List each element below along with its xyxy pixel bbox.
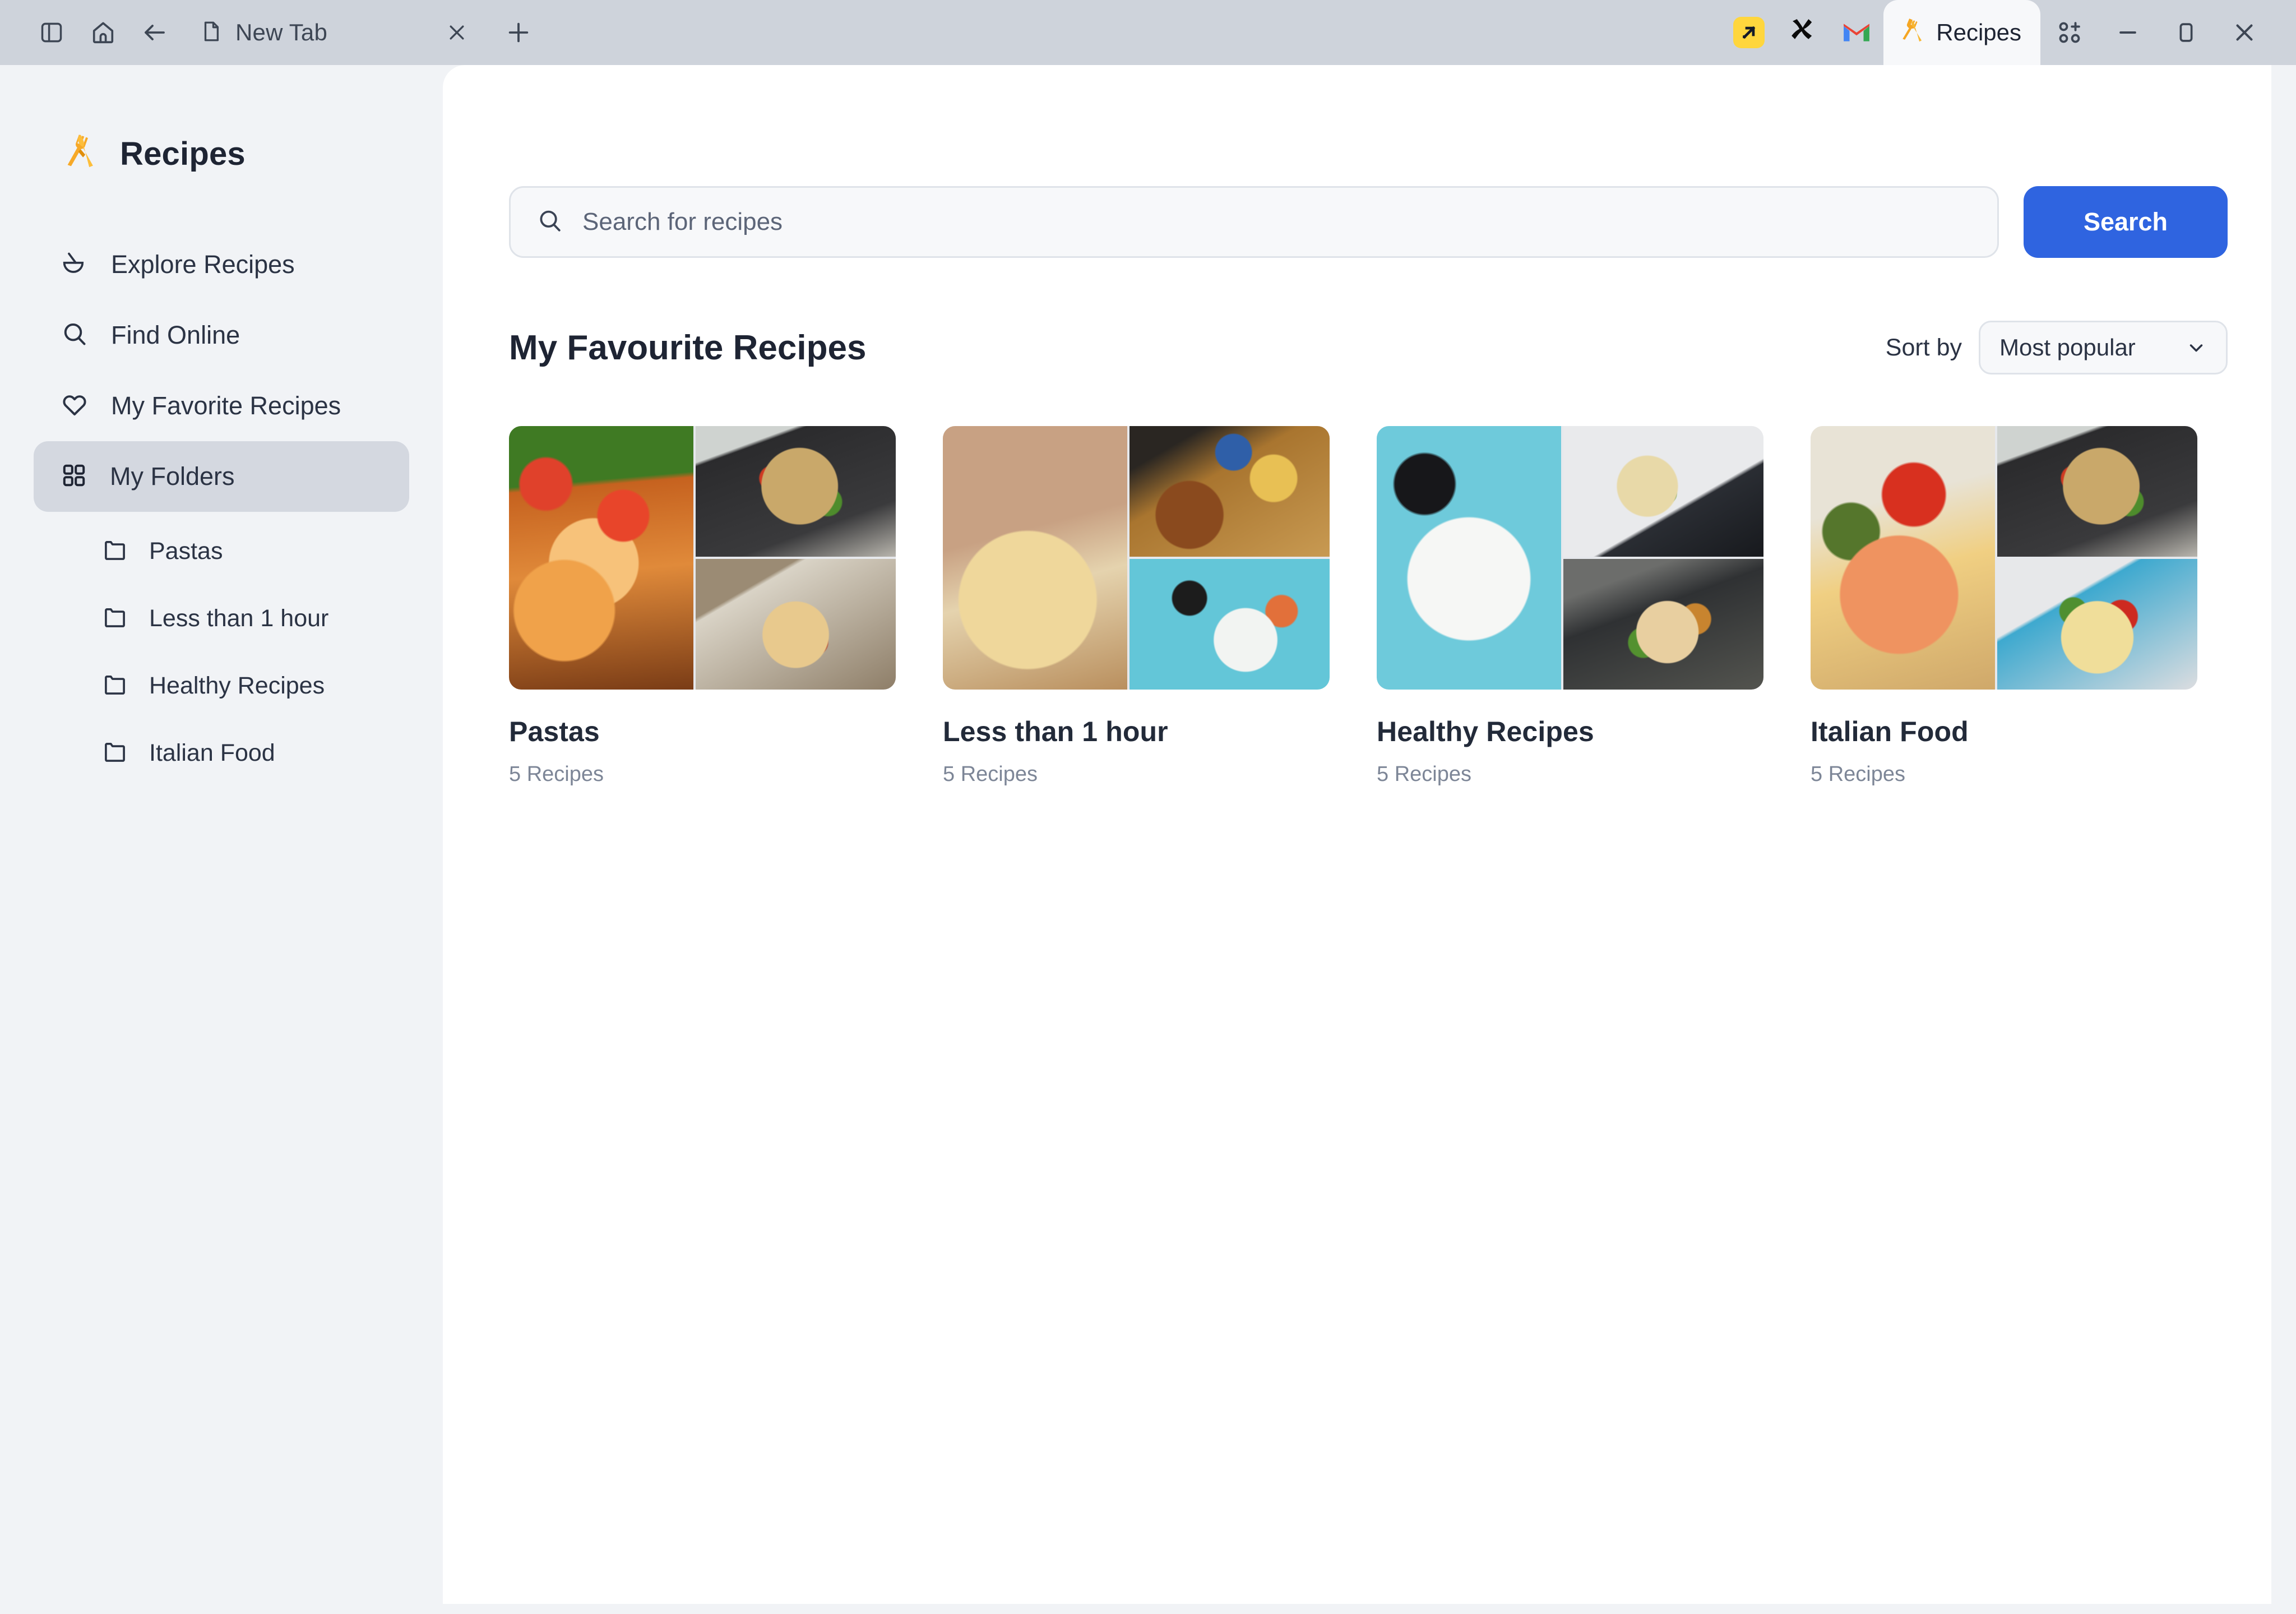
sidebar-toggle-icon[interactable] bbox=[26, 7, 77, 58]
tab-label: New Tab bbox=[235, 19, 328, 45]
folder-card-grid: Pastas 5 Recipes Less than 1 hour 5 Reci… bbox=[443, 374, 2271, 787]
sidebar-item-find-online[interactable]: Find Online bbox=[34, 300, 409, 371]
thumbnail-image bbox=[1997, 559, 2197, 690]
sidebar-nav: Explore Recipes Find Online My Favorite … bbox=[0, 229, 443, 512]
close-icon[interactable] bbox=[2215, 6, 2274, 59]
thumbnail-image bbox=[1811, 426, 1996, 690]
sidebar-folder-label: Pastas bbox=[149, 537, 223, 565]
bowl-icon bbox=[61, 249, 89, 280]
search-icon bbox=[61, 320, 89, 351]
gmail-icon[interactable] bbox=[1830, 6, 1883, 59]
x-logo-icon[interactable] bbox=[1776, 6, 1830, 59]
search-row: Search for recipes Search bbox=[443, 65, 2271, 258]
fork-spoon-icon bbox=[61, 132, 101, 175]
search-button[interactable]: Search bbox=[2024, 186, 2228, 258]
folder-icon bbox=[102, 604, 128, 633]
folder-thumbnail bbox=[1811, 426, 2197, 690]
fork-spoon-icon bbox=[1899, 18, 1926, 48]
app-brand: Recipes bbox=[0, 65, 443, 175]
tab-recipes[interactable]: Recipes bbox=[1883, 0, 2040, 65]
sidebar-folder-healthy-recipes[interactable]: Healthy Recipes bbox=[34, 652, 409, 719]
thumbnail-image bbox=[696, 559, 896, 690]
browser-chrome: New Tab Recipes bbox=[0, 0, 2296, 65]
sidebar-item-label: Find Online bbox=[111, 321, 240, 349]
thumbnail-image bbox=[1997, 426, 2197, 557]
home-icon[interactable] bbox=[77, 7, 129, 58]
thumbnail-image bbox=[509, 426, 694, 690]
thumbnail-image bbox=[696, 426, 896, 557]
thumbnail-image bbox=[1377, 426, 1562, 690]
folder-icon bbox=[102, 672, 128, 700]
folder-card-count: 5 Recipes bbox=[943, 762, 1038, 786]
back-arrow-icon[interactable] bbox=[129, 7, 180, 58]
folder-card-count: 5 Recipes bbox=[1377, 762, 1471, 786]
folder-thumbnail bbox=[1377, 426, 1763, 690]
search-icon bbox=[536, 207, 563, 237]
folder-icon bbox=[102, 739, 128, 767]
thumbnail-image bbox=[1130, 559, 1330, 690]
main-content: Search for recipes Search My Favourite R… bbox=[443, 65, 2271, 1604]
folder-thumbnail bbox=[943, 426, 1330, 690]
folder-card[interactable]: Italian Food 5 Recipes bbox=[1811, 426, 2197, 787]
folder-card[interactable]: Healthy Recipes 5 Recipes bbox=[1377, 426, 1763, 787]
minimize-icon[interactable] bbox=[2099, 6, 2157, 59]
chrome-right-controls: Recipes bbox=[1722, 0, 2296, 65]
sidebar-item-label: My Favorite Recipes bbox=[111, 391, 341, 420]
search-placeholder: Search for recipes bbox=[582, 208, 783, 235]
maximize-icon[interactable] bbox=[2157, 6, 2215, 59]
sidebar-item-explore-recipes[interactable]: Explore Recipes bbox=[34, 229, 409, 300]
sidebar-folder-less-than-1-hour[interactable]: Less than 1 hour bbox=[34, 585, 409, 652]
sidebar-folder-label: Healthy Recipes bbox=[149, 672, 325, 699]
sidebar-item-my-favorite-recipes[interactable]: My Favorite Recipes bbox=[34, 371, 409, 441]
folder-card-count: 5 Recipes bbox=[1811, 762, 1905, 786]
thumbnail-image bbox=[1563, 559, 1763, 690]
tab-close-icon[interactable] bbox=[433, 8, 481, 57]
folder-card-count: 5 Recipes bbox=[509, 762, 604, 786]
folder-card-title: Less than 1 hour bbox=[943, 716, 1168, 747]
folder-card-title: Italian Food bbox=[1811, 716, 1969, 747]
folder-card[interactable]: Pastas 5 Recipes bbox=[509, 426, 896, 787]
sidebar-folder-label: Italian Food bbox=[149, 739, 275, 766]
new-tab-button[interactable] bbox=[494, 8, 543, 57]
sidebar-folder-pastas[interactable]: Pastas bbox=[34, 517, 409, 585]
search-input[interactable]: Search for recipes bbox=[509, 186, 1999, 258]
grid-icon bbox=[61, 462, 87, 492]
sort-group: Sort by Most popular bbox=[1886, 321, 2228, 374]
sort-label: Sort by bbox=[1885, 334, 1962, 361]
tab-label: Recipes bbox=[1936, 19, 2021, 45]
sidebar-folder-list: Pastas Less than 1 hour Healthy Recipes bbox=[0, 517, 443, 787]
sort-value: Most popular bbox=[1999, 334, 2136, 360]
sidebar: Recipes Explore Recipes Find Online My F… bbox=[0, 65, 443, 1614]
section-header: My Favourite Recipes Sort by Most popula… bbox=[443, 258, 2271, 374]
page-title: My Favourite Recipes bbox=[509, 328, 867, 367]
thumbnail-image bbox=[943, 426, 1128, 690]
folder-card-title: Healthy Recipes bbox=[1377, 716, 1594, 747]
app-window: Recipes Explore Recipes Find Online My F… bbox=[0, 65, 2296, 1614]
sidebar-folder-italian-food[interactable]: Italian Food bbox=[34, 719, 409, 787]
heart-icon bbox=[61, 391, 89, 422]
chrome-left-controls: New Tab bbox=[0, 6, 543, 59]
document-icon bbox=[200, 20, 223, 46]
folder-card[interactable]: Less than 1 hour 5 Recipes bbox=[943, 426, 1330, 787]
sidebar-item-label: Explore Recipes bbox=[111, 250, 295, 279]
grid-plus-icon[interactable] bbox=[2040, 6, 2099, 59]
app-title: Recipes bbox=[120, 136, 246, 172]
thumbnail-image bbox=[1130, 426, 1330, 557]
sort-dropdown[interactable]: Most popular bbox=[1979, 321, 2228, 374]
chevron-down-icon bbox=[2186, 337, 2207, 358]
yellow-arrow-app-icon[interactable] bbox=[1722, 6, 1776, 59]
folder-icon bbox=[102, 537, 128, 566]
thumbnail-image bbox=[1563, 426, 1763, 557]
folder-card-title: Pastas bbox=[509, 716, 600, 747]
sidebar-item-my-folders[interactable]: My Folders bbox=[34, 441, 409, 512]
tab-new-tab[interactable]: New Tab bbox=[187, 6, 337, 59]
folder-thumbnail bbox=[509, 426, 896, 690]
sidebar-folder-label: Less than 1 hour bbox=[149, 604, 329, 632]
sidebar-item-label: My Folders bbox=[110, 462, 235, 491]
